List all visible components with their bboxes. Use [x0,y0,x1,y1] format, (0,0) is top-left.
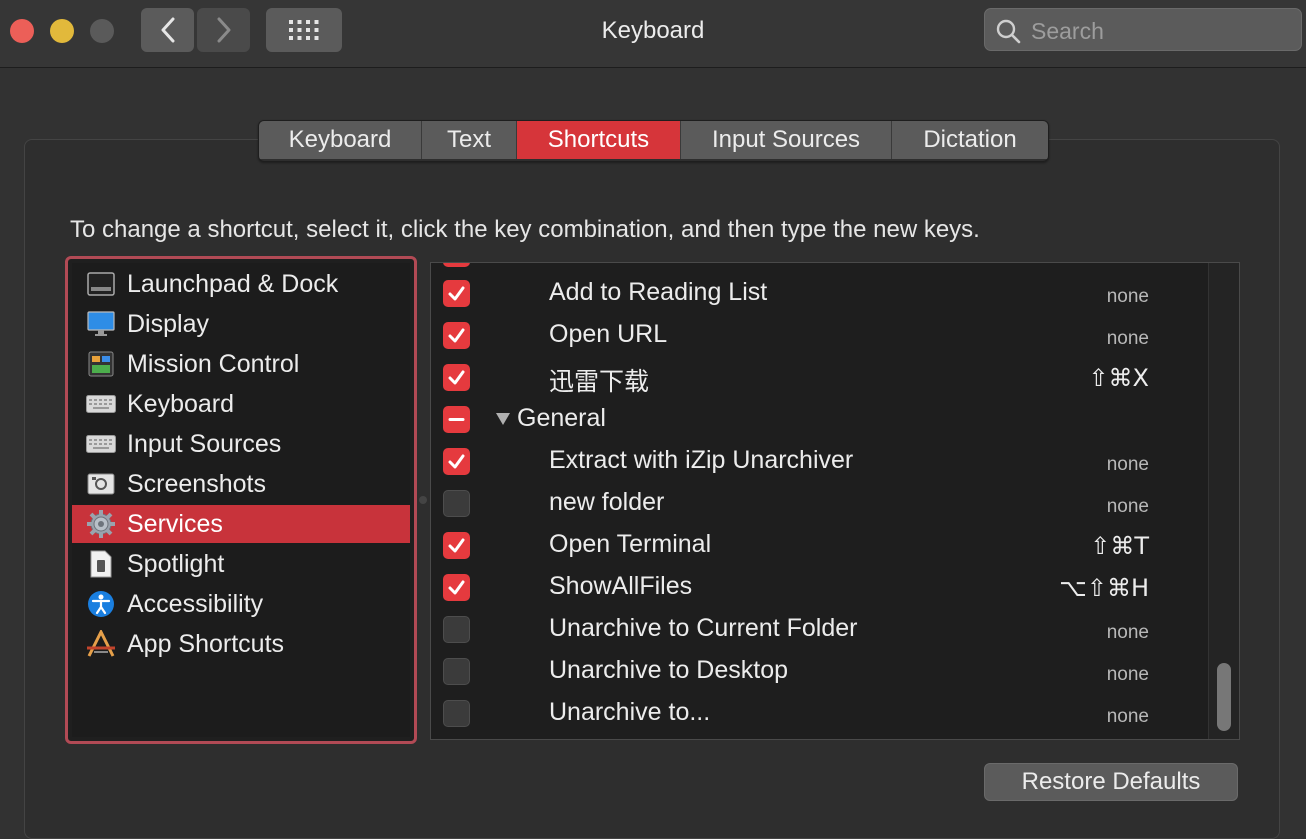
shortcut-key[interactable]: none [1107,328,1149,350]
tab-dictation[interactable]: Dictation [892,121,1048,159]
split-view-divider[interactable] [419,496,427,504]
table-row[interactable]: Unarchive to Desktop none [431,651,1209,693]
service-name: Unarchive to Desktop [549,656,789,684]
screenshots-icon [86,469,116,499]
launchpad-dock-icon [86,269,116,299]
restore-defaults-button[interactable]: Restore Defaults [984,763,1238,801]
scrollbar-thumb[interactable] [1217,663,1231,731]
title-bar: Keyboard [0,0,1306,68]
shortcut-key[interactable]: none [1107,622,1149,644]
mission-control-icon [86,349,116,379]
display-icon [86,309,116,339]
vertical-scrollbar[interactable] [1208,263,1239,739]
checkbox[interactable] [443,574,470,601]
table-row[interactable]: Open Terminal ⇧⌘T [431,525,1209,567]
shortcuts-table[interactable]: Add to Reading List none Open URL none 迅… [430,262,1240,740]
sidebar-item-spotlight[interactable]: Spotlight [72,545,410,583]
tab-keyboard[interactable]: Keyboard [259,121,422,159]
sidebar-item-label: Input Sources [127,429,282,458]
app-shortcuts-icon [86,629,116,659]
sidebar-item-keyboard[interactable]: Keyboard [72,385,410,423]
tab-text[interactable]: Text [422,121,517,159]
search-icon [996,19,1021,44]
sidebar-item-app-shortcuts[interactable]: App Shortcuts [72,625,410,663]
table-row[interactable]: Unarchive to Current Folder none [431,609,1209,651]
tab-input-sources[interactable]: Input Sources [681,121,892,159]
disclosure-triangle-icon[interactable] [495,412,511,426]
sidebar-item-input-sources[interactable]: Input Sources [72,425,410,463]
service-name: Open Terminal [549,530,712,558]
shortcut-key[interactable]: none [1107,496,1149,518]
table-row[interactable]: Unarchive to... none [431,693,1209,735]
search-field[interactable] [984,8,1302,51]
checkbox[interactable] [443,280,470,307]
shortcut-category-list[interactable]: Launchpad & Dock Display Mission Control… [65,256,417,744]
checkbox[interactable] [443,322,470,349]
checkbox[interactable] [443,700,470,727]
checkbox[interactable] [443,490,470,517]
checkmark-icon [448,538,465,553]
checkbox-mixed[interactable] [443,406,470,433]
sidebar-item-label: App Shortcuts [127,629,285,658]
service-name: Extract with iZip Unarchiver [549,446,854,474]
accessibility-icon [86,589,116,619]
service-name: Add to Reading List [549,278,768,306]
shortcut-key[interactable]: none [1107,454,1149,476]
table-row[interactable]: new folder none [431,483,1209,525]
sidebar-item-display[interactable]: Display [72,305,410,343]
table-row[interactable]: Add to Reading List none [431,273,1209,315]
service-name: Unarchive to Current Folder [549,614,858,642]
sidebar-item-services[interactable]: Services [72,505,410,543]
service-name: Unarchive to... [549,698,711,726]
service-name: Open URL [549,320,668,348]
shortcut-key[interactable]: ⌥⇧⌘H [1059,574,1149,602]
sidebar-item-accessibility[interactable]: Accessibility [72,585,410,623]
sidebar-item-label: Display [127,309,209,338]
tab-shortcuts[interactable]: Shortcuts [517,121,681,159]
table-group-row[interactable]: General [431,399,1209,441]
shortcut-key[interactable]: none [1107,286,1149,308]
checkbox[interactable] [443,532,470,559]
search-input[interactable] [1029,15,1293,47]
sidebar-item-mission-control[interactable]: Mission Control [72,345,410,383]
sidebar-item-label: Keyboard [127,389,235,418]
service-name: ShowAllFiles [549,572,693,600]
sidebar-item-label: Mission Control [127,349,300,378]
minus-icon [448,418,465,421]
input-sources-icon [86,429,116,459]
table-row[interactable]: 迅雷下载 ⇧⌘X [431,357,1209,399]
shortcut-key[interactable]: ⇧⌘X [1088,364,1149,392]
shortcut-key[interactable]: ⇧⌘T [1090,532,1149,560]
checkmark-icon [448,454,465,469]
checkbox[interactable] [443,658,470,685]
checkbox[interactable] [443,263,470,267]
sidebar-item-label: Spotlight [127,549,225,578]
spotlight-icon [86,549,116,579]
table-row[interactable]: Extract with iZip Unarchiver none [431,441,1209,483]
sidebar-item-screenshots[interactable]: Screenshots [72,465,410,503]
sidebar-item-label: Launchpad & Dock [127,269,339,298]
shortcut-key[interactable]: none [1107,664,1149,686]
service-name: new folder [549,488,665,516]
checkmark-icon [448,328,465,343]
group-name: General [517,404,606,432]
tab-bar: Keyboard Text Shortcuts Input Sources Di… [258,120,1049,162]
checkbox[interactable] [443,364,470,391]
sidebar-item-label: Accessibility [127,589,264,618]
keyboard-icon [86,389,116,419]
checkmark-icon [448,580,465,595]
gear-icon [86,509,116,539]
checkbox[interactable] [443,448,470,475]
sidebar-item-launchpad-dock[interactable]: Launchpad & Dock [72,265,410,303]
table-row[interactable]: Open URL none [431,315,1209,357]
table-row[interactable]: ShowAllFiles ⌥⇧⌘H [431,567,1209,609]
shortcut-key[interactable]: none [1107,706,1149,728]
service-name: 迅雷下载 [549,368,650,396]
checkmark-icon [448,370,465,385]
checkbox[interactable] [443,616,470,643]
sidebar-item-label: Services [127,509,223,538]
sidebar-item-label: Screenshots [127,469,266,498]
checkmark-icon [448,286,465,301]
instructions-text: To change a shortcut, select it, click t… [70,216,980,243]
